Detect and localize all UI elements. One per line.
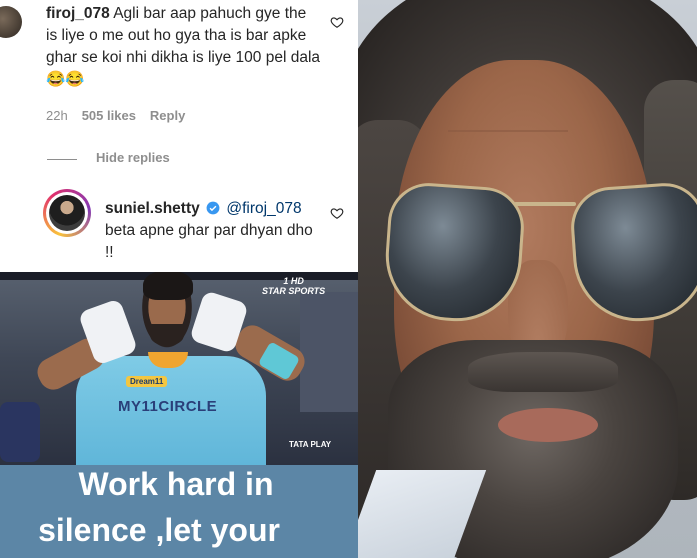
background-figure (0, 402, 40, 462)
sunglasses-bridge (514, 202, 576, 206)
comment-likes[interactable]: 505 likes (82, 108, 136, 123)
comment-time: 22h (46, 108, 68, 123)
lips (498, 408, 598, 442)
reply-avatar[interactable] (43, 189, 91, 237)
player-hair (143, 272, 193, 300)
player-beard (150, 324, 184, 346)
caption-line-1: Work hard in (78, 466, 274, 502)
sponsor-dream11: Dream11 (126, 376, 168, 387)
channel-label: STAR SPORTS (262, 286, 326, 296)
cricket-broadcast-image: 1 HD STAR SPORTS Dream11 MY11CIRCLE TATA… (0, 272, 358, 465)
sponsor-my11circle: MY11CIRCLE (118, 398, 218, 415)
divider-line (47, 159, 77, 160)
reply-mention[interactable]: @firoj_078 (226, 200, 301, 217)
tata-play-logo: TATA PLAY (289, 440, 332, 449)
broadcaster-logo: 1 HD STAR SPORTS (262, 276, 325, 296)
caption-banner: Work hard in silence ,let your (0, 465, 358, 558)
hd-label: 1 HD (283, 276, 304, 286)
heart-icon[interactable] (330, 15, 344, 29)
reply-button[interactable]: Reply (150, 108, 185, 123)
reply-body: suniel.shetty @firoj_078 beta apne ghar … (105, 198, 320, 264)
comment-meta: 22h 505 likes Reply (46, 108, 185, 123)
commenter-avatar[interactable] (0, 6, 22, 38)
reply-text: beta apne ghar par dhyan dho !! (105, 222, 313, 261)
forehead (448, 130, 568, 132)
comment-panel: firoj_078 Agli bar aap pahuch gye the is… (0, 0, 358, 272)
caption-line-2: silence ,let your (38, 512, 280, 548)
avatar-image (49, 195, 85, 231)
heart-icon[interactable] (330, 206, 344, 220)
hide-replies-button[interactable]: Hide replies (96, 150, 170, 165)
background-structure (300, 292, 358, 412)
comment-body: firoj_078 Agli bar aap pahuch gye the is… (46, 3, 321, 91)
mustache (468, 352, 618, 392)
portrait-photo (358, 0, 697, 558)
verified-badge-icon (206, 201, 220, 215)
reply-username[interactable]: suniel.shetty (105, 200, 200, 217)
commenter-username[interactable]: firoj_078 (46, 5, 110, 22)
